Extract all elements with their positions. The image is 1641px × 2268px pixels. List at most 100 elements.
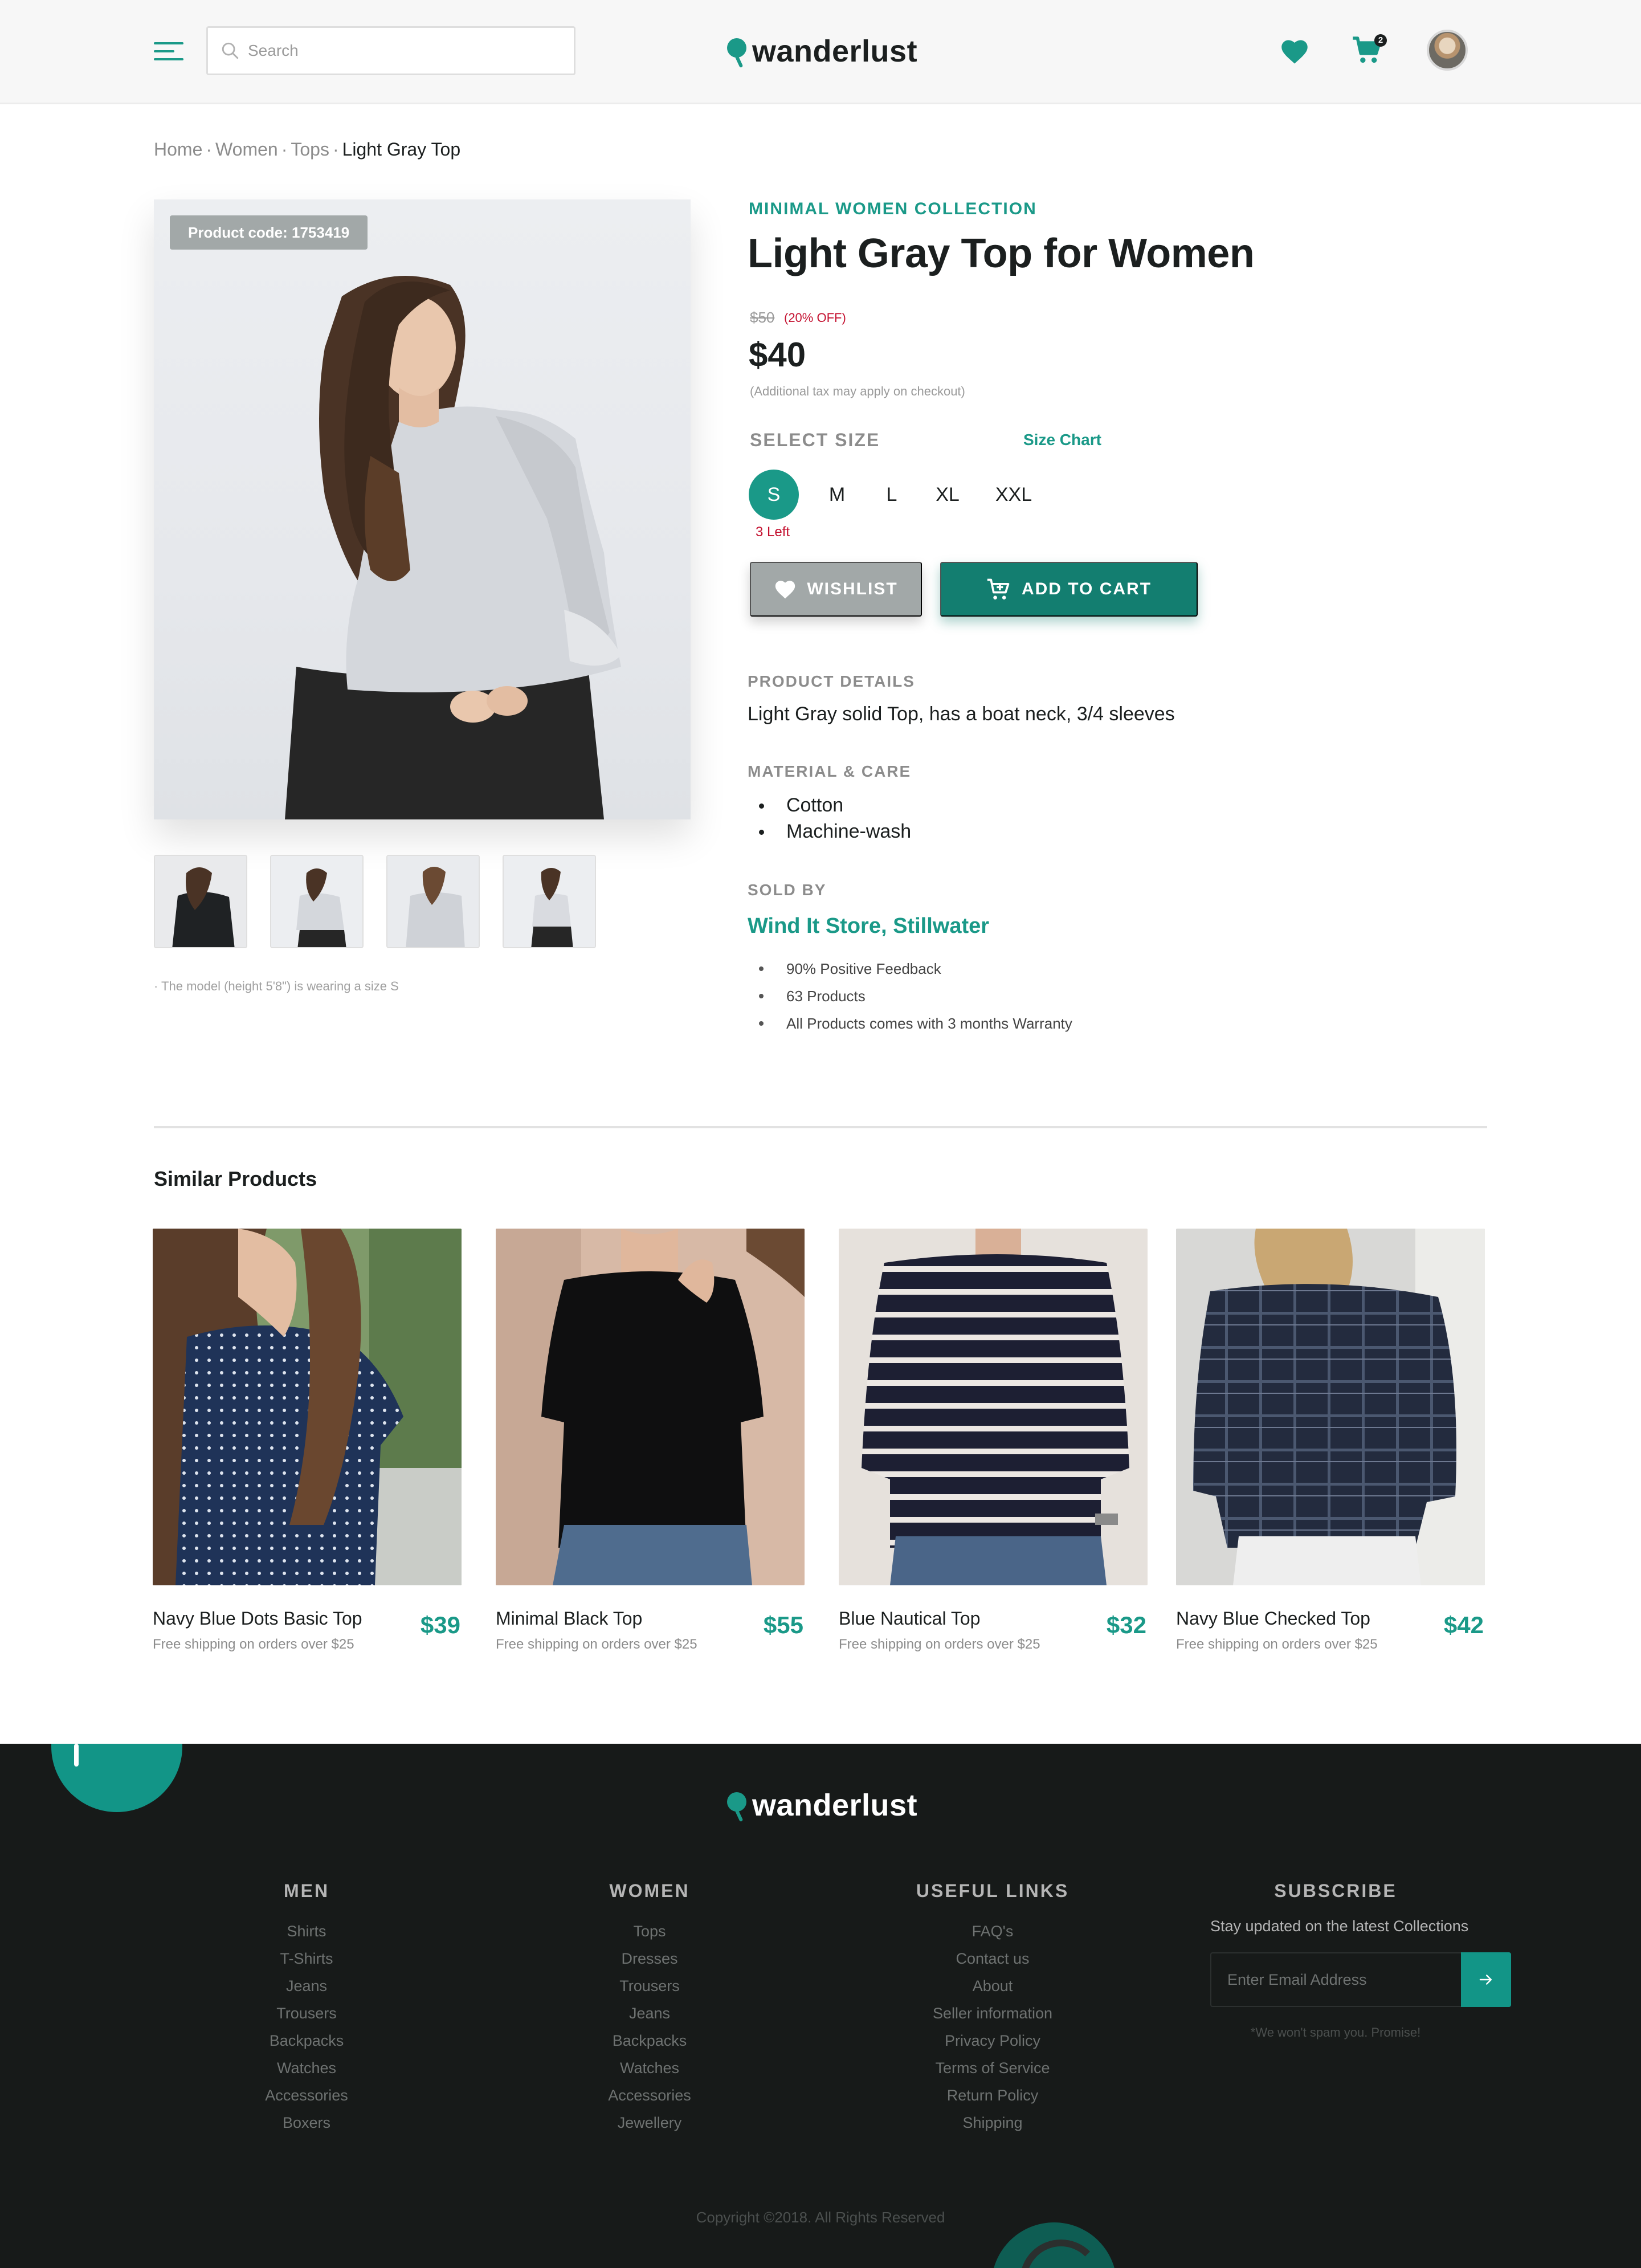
subscribe-text: Stay updated on the latest Collections xyxy=(1210,1918,1469,1935)
footer-link[interactable]: Contact us xyxy=(867,1945,1118,1972)
original-price: $50 xyxy=(750,309,775,326)
footer-link[interactable]: Watches xyxy=(524,2054,775,2082)
thumbnail-4[interactable] xyxy=(503,855,596,948)
product-price: $39 xyxy=(420,1612,460,1638)
product-card-minimal-black[interactable]: Minimal Black Top Free shipping on order… xyxy=(496,1229,805,1662)
breadcrumb-current: Light Gray Top xyxy=(342,139,461,160)
product-image[interactable] xyxy=(153,1229,462,1585)
footer-column-title: SUBSCRIBE xyxy=(1274,1881,1397,1901)
footer-link[interactable]: Accessories xyxy=(181,2082,432,2109)
thumbnail-2[interactable] xyxy=(270,855,364,948)
email-input[interactable] xyxy=(1227,1966,1455,1993)
product-price: $32 xyxy=(1106,1612,1146,1638)
footer-link[interactable]: Seller information xyxy=(867,2000,1118,2027)
footer-link[interactable]: Shirts xyxy=(181,1918,432,1945)
footer-link[interactable]: T-Shirts xyxy=(181,1945,432,1972)
footer-link[interactable]: Trousers xyxy=(524,1972,775,2000)
footer-link[interactable]: Tops xyxy=(524,1918,775,1945)
heart-icon xyxy=(775,581,795,599)
product-shipping-note: Free shipping on orders over $25 xyxy=(496,1637,697,1652)
footer-column-men: MEN Shirts T-Shirts Jeans Trousers Backp… xyxy=(181,1881,432,2136)
collection-label[interactable]: MINIMAL WOMEN COLLECTION xyxy=(749,199,1037,219)
stock-remaining: 3 Left xyxy=(756,524,790,540)
breadcrumb-separator: · xyxy=(206,139,213,160)
product-card-navy-checked[interactable]: Navy Blue Checked Top Free shipping on o… xyxy=(1176,1229,1485,1662)
footer-link[interactable]: Jewellery xyxy=(524,2109,775,2136)
product-details-text: Light Gray solid Top, has a boat neck, 3… xyxy=(748,703,1175,725)
footer-column-useful-links: USEFUL LINKS FAQ's Contact us About Sell… xyxy=(867,1881,1118,2136)
product-name[interactable]: Minimal Black Top xyxy=(496,1608,642,1629)
breadcrumb-home[interactable]: Home xyxy=(154,139,202,160)
search-box[interactable] xyxy=(206,26,575,75)
footer-link[interactable]: Backpacks xyxy=(181,2027,432,2054)
user-avatar[interactable] xyxy=(1427,30,1468,71)
footer-link[interactable]: Dresses xyxy=(524,1945,775,1972)
add-to-cart-button[interactable]: ADD TO CART xyxy=(940,562,1198,617)
product-main-image[interactable]: Product code: 1753419 xyxy=(154,199,691,819)
search-input[interactable] xyxy=(248,37,556,64)
size-option-l[interactable]: L xyxy=(872,470,912,520)
footer-link[interactable]: Watches xyxy=(181,2054,432,2082)
logo-mark-icon xyxy=(727,1792,746,1812)
size-option-xl[interactable]: XL xyxy=(922,470,973,520)
product-image[interactable] xyxy=(839,1229,1148,1585)
section-divider xyxy=(154,1126,1487,1128)
size-option-s[interactable]: S xyxy=(749,470,799,520)
product-card-navy-dots[interactable]: Navy Blue Dots Basic Top Free shipping o… xyxy=(153,1229,462,1662)
thumbnail-1[interactable] xyxy=(154,855,247,948)
size-chart-link[interactable]: Size Chart xyxy=(1023,431,1101,449)
size-option-m[interactable]: M xyxy=(817,470,857,520)
footer-brand-name: wanderlust xyxy=(752,1788,918,1822)
product-price: $42 xyxy=(1443,1612,1484,1638)
model-photo xyxy=(285,276,621,819)
current-price: $40 xyxy=(749,336,806,374)
footer-column-subscribe: SUBSCRIBE Stay updated on the latest Col… xyxy=(1210,1881,1511,2040)
footer-link[interactable]: About xyxy=(867,1972,1118,2000)
footer-link[interactable]: Terms of Service xyxy=(867,2054,1118,2082)
seller-name-link[interactable]: Wind It Store, Stillwater xyxy=(748,914,989,939)
footer-link[interactable]: Shipping xyxy=(867,2109,1118,2136)
product-shipping-note: Free shipping on orders over $25 xyxy=(839,1637,1040,1652)
breadcrumb: Home · Women · Tops · Light Gray Top xyxy=(154,139,460,160)
footer-link[interactable]: Privacy Policy xyxy=(867,2027,1118,2054)
footer-link[interactable]: FAQ's xyxy=(867,1918,1118,1945)
search-icon xyxy=(222,42,239,59)
cart-icon[interactable]: 2 xyxy=(1352,34,1387,68)
footer-brand-logo[interactable]: wanderlust xyxy=(727,1784,917,1827)
subscribe-button[interactable] xyxy=(1461,1952,1511,2007)
hamburger-menu-icon[interactable] xyxy=(154,40,183,63)
product-image[interactable] xyxy=(496,1229,805,1585)
footer-link[interactable]: Jeans xyxy=(524,2000,775,2027)
decorative-circle xyxy=(991,2222,1117,2268)
tax-note: (Additional tax may apply on checkout) xyxy=(750,384,965,398)
product-name[interactable]: Navy Blue Checked Top xyxy=(1176,1608,1370,1629)
product-details-heading: PRODUCT DETAILS xyxy=(748,672,915,690)
subscribe-form xyxy=(1210,1952,1511,2007)
breadcrumb-separator: · xyxy=(332,139,339,160)
footer-link[interactable]: Jeans xyxy=(181,1972,432,2000)
no-spam-note: *We won't spam you. Promise! xyxy=(1250,2025,1421,2039)
thumbnail-3[interactable] xyxy=(386,855,480,948)
size-option-xxl[interactable]: XXL xyxy=(982,470,1045,520)
footer-link[interactable]: Return Policy xyxy=(867,2082,1118,2109)
brand-name: wanderlust xyxy=(752,34,918,68)
wishlist-heart-icon[interactable] xyxy=(1280,38,1309,65)
select-size-label: SELECT SIZE xyxy=(750,430,880,450)
brand-logo[interactable]: wanderlust xyxy=(727,30,917,73)
breadcrumb-tops[interactable]: Tops xyxy=(291,139,329,160)
breadcrumb-women[interactable]: Women xyxy=(215,139,278,160)
model-size-note: · The model (height 5'8") is wearing a s… xyxy=(154,979,399,993)
footer-link[interactable]: Trousers xyxy=(181,2000,432,2027)
material-care-list: Cotton Machine-wash xyxy=(748,792,911,845)
product-name[interactable]: Blue Nautical Top xyxy=(839,1608,980,1629)
top-header: wanderlust 2 xyxy=(0,0,1641,104)
footer-column-women: WOMEN Tops Dresses Trousers Jeans Backpa… xyxy=(524,1881,775,2136)
list-item: 63 Products xyxy=(748,982,1072,1010)
product-name[interactable]: Navy Blue Dots Basic Top xyxy=(153,1608,362,1629)
product-card-blue-nautical[interactable]: Blue Nautical Top Free shipping on order… xyxy=(839,1229,1148,1662)
wishlist-button[interactable]: WISHLIST xyxy=(750,562,922,617)
product-image[interactable] xyxy=(1176,1229,1485,1585)
footer-link[interactable]: Accessories xyxy=(524,2082,775,2109)
footer-link[interactable]: Backpacks xyxy=(524,2027,775,2054)
footer-link[interactable]: Boxers xyxy=(181,2109,432,2136)
